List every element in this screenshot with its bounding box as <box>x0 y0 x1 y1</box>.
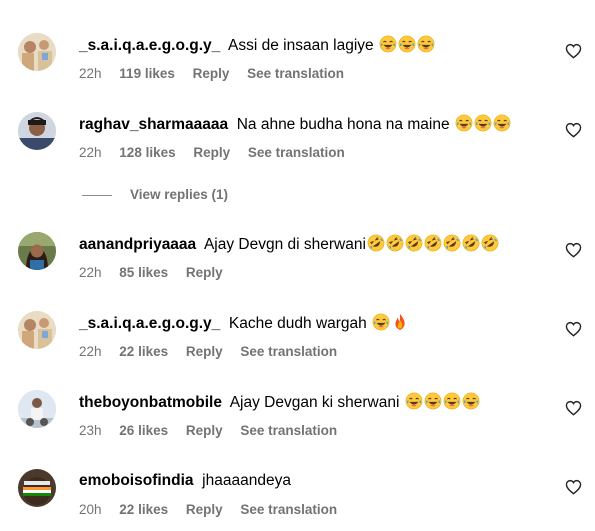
laughing-emoji-icon <box>455 114 473 132</box>
comment-line: _s.a.i.q.a.e.g.o.g.y_ Kache dudh wargah <box>79 313 409 334</box>
laughing-emoji-icon <box>398 35 416 53</box>
rofl-emoji-icon <box>367 234 385 252</box>
comment-line: _s.a.i.q.a.e.g.o.g.y_ Assi de insaan lag… <box>79 35 435 56</box>
reply-button[interactable]: Reply <box>186 422 223 440</box>
heart-outline-icon[interactable] <box>565 122 582 138</box>
view-replies-button[interactable]: View replies (1) <box>82 187 228 205</box>
laughing-emoji-icon <box>493 114 511 132</box>
comment-text: Ajay Devgn di sherwani <box>203 236 366 253</box>
view-replies-label: View replies (1) <box>130 187 229 202</box>
comment-line: theboyonbatmobile Ajay Devgan ki sherwan… <box>79 392 480 413</box>
rofl-emoji-icon <box>481 234 499 252</box>
heart-outline-icon[interactable] <box>565 400 582 416</box>
comment-likes[interactable]: 85 likes <box>119 264 168 282</box>
laughing-emoji-icon <box>405 392 423 410</box>
avatar[interactable] <box>18 311 56 349</box>
comment-username[interactable]: theboyonbatmobile <box>79 394 222 411</box>
comment-line: raghav_sharmaaaaa Na ahne budha hona na … <box>79 114 511 135</box>
rofl-emoji-icon <box>462 234 480 252</box>
comment-likes[interactable]: 128 likes <box>119 144 175 162</box>
comment-item: emoboisofindia jhaaaandeya 20h 22 likes … <box>0 461 595 531</box>
comment-time: 22h <box>79 66 102 81</box>
reply-button[interactable]: Reply <box>193 65 230 83</box>
comment-time: 23h <box>79 423 102 438</box>
reply-button[interactable]: Reply <box>186 501 223 519</box>
comment-meta: 22h 85 likes Reply <box>79 264 237 282</box>
comment-username[interactable]: _s.a.i.q.a.e.g.o.g.y_ <box>79 37 220 54</box>
comment-text: jhaaaandeya <box>202 472 291 489</box>
comment-text: Kache dudh wargah <box>228 315 367 332</box>
see-translation-link[interactable]: See translation <box>240 422 337 440</box>
comment-time: 22h <box>79 145 102 160</box>
comment-text: Ajay Devgan ki sherwani <box>229 394 400 411</box>
comment-item: _s.a.i.q.a.e.g.o.g.y_ Assi de insaan lag… <box>0 25 595 101</box>
comment-meta: 22h 128 likes Reply See translation <box>79 144 359 162</box>
see-translation-link[interactable]: See translation <box>240 343 337 361</box>
comment-time: 20h <box>79 502 102 517</box>
reply-button[interactable]: Reply <box>186 343 223 361</box>
rofl-emoji-icon <box>386 234 404 252</box>
fire-emoji-icon <box>391 313 409 331</box>
laughing-emoji-icon <box>424 392 442 410</box>
avatar[interactable] <box>18 390 56 428</box>
laughing-emoji-icon <box>443 392 461 410</box>
comment-item: theboyonbatmobile Ajay Devgan ki sherwan… <box>0 382 595 458</box>
see-translation-link[interactable]: See translation <box>240 501 337 519</box>
rofl-emoji-icon <box>424 234 442 252</box>
comment-username[interactable]: raghav_sharmaaaaa <box>79 116 228 133</box>
see-translation-link[interactable]: See translation <box>248 144 345 162</box>
comment-meta: 22h 22 likes Reply See translation <box>79 343 351 361</box>
comment-item: raghav_sharmaaaaa Na ahne budha hona na … <box>0 104 595 180</box>
comment-text: Na ahne budha hona na maine <box>236 116 450 133</box>
comment-line: emoboisofindia jhaaaandeya <box>79 471 291 491</box>
rofl-emoji-icon <box>405 234 423 252</box>
comment-meta: 20h 22 likes Reply See translation <box>79 501 351 519</box>
comment-meta: 22h 119 likes Reply See translation <box>79 65 358 83</box>
laughing-emoji-icon <box>474 114 492 132</box>
heart-outline-icon[interactable] <box>565 321 582 337</box>
laughing-emoji-icon <box>417 35 435 53</box>
comment-username[interactable]: aanandpriyaaaa <box>79 236 196 253</box>
comment-time: 22h <box>79 265 102 280</box>
laughing-emoji-icon <box>379 35 397 53</box>
comment-text: Assi de insaan lagiye <box>228 37 374 54</box>
avatar[interactable] <box>18 33 56 71</box>
avatar[interactable] <box>18 469 56 507</box>
heart-outline-icon[interactable] <box>565 242 582 258</box>
laughing-emoji-icon <box>372 313 390 331</box>
view-replies-line <box>82 194 112 196</box>
avatar[interactable] <box>18 232 56 270</box>
comment-time: 22h <box>79 344 102 359</box>
heart-outline-icon[interactable] <box>565 479 582 495</box>
laughing-emoji-icon <box>462 392 480 410</box>
comment-likes[interactable]: 22 likes <box>119 343 168 361</box>
comment-item: _s.a.i.q.a.e.g.o.g.y_ Kache dudh wargah … <box>0 303 595 379</box>
avatar[interactable] <box>18 112 56 150</box>
comment-likes[interactable]: 119 likes <box>119 65 175 83</box>
heart-outline-icon[interactable] <box>565 43 582 59</box>
comment-likes[interactable]: 26 likes <box>119 422 168 440</box>
reply-button[interactable]: Reply <box>193 144 230 162</box>
comment-item: aanandpriyaaaa Ajay Devgn di sherwani 22… <box>0 224 595 300</box>
comment-username[interactable]: emoboisofindia <box>79 472 194 489</box>
comment-likes[interactable]: 22 likes <box>119 501 168 519</box>
see-translation-link[interactable]: See translation <box>247 65 344 83</box>
comment-username[interactable]: _s.a.i.q.a.e.g.o.g.y_ <box>79 315 220 332</box>
reply-button[interactable]: Reply <box>186 264 223 282</box>
comment-line: aanandpriyaaaa Ajay Devgn di sherwani <box>79 234 499 255</box>
comment-meta: 23h 26 likes Reply See translation <box>79 422 351 440</box>
rofl-emoji-icon <box>443 234 461 252</box>
